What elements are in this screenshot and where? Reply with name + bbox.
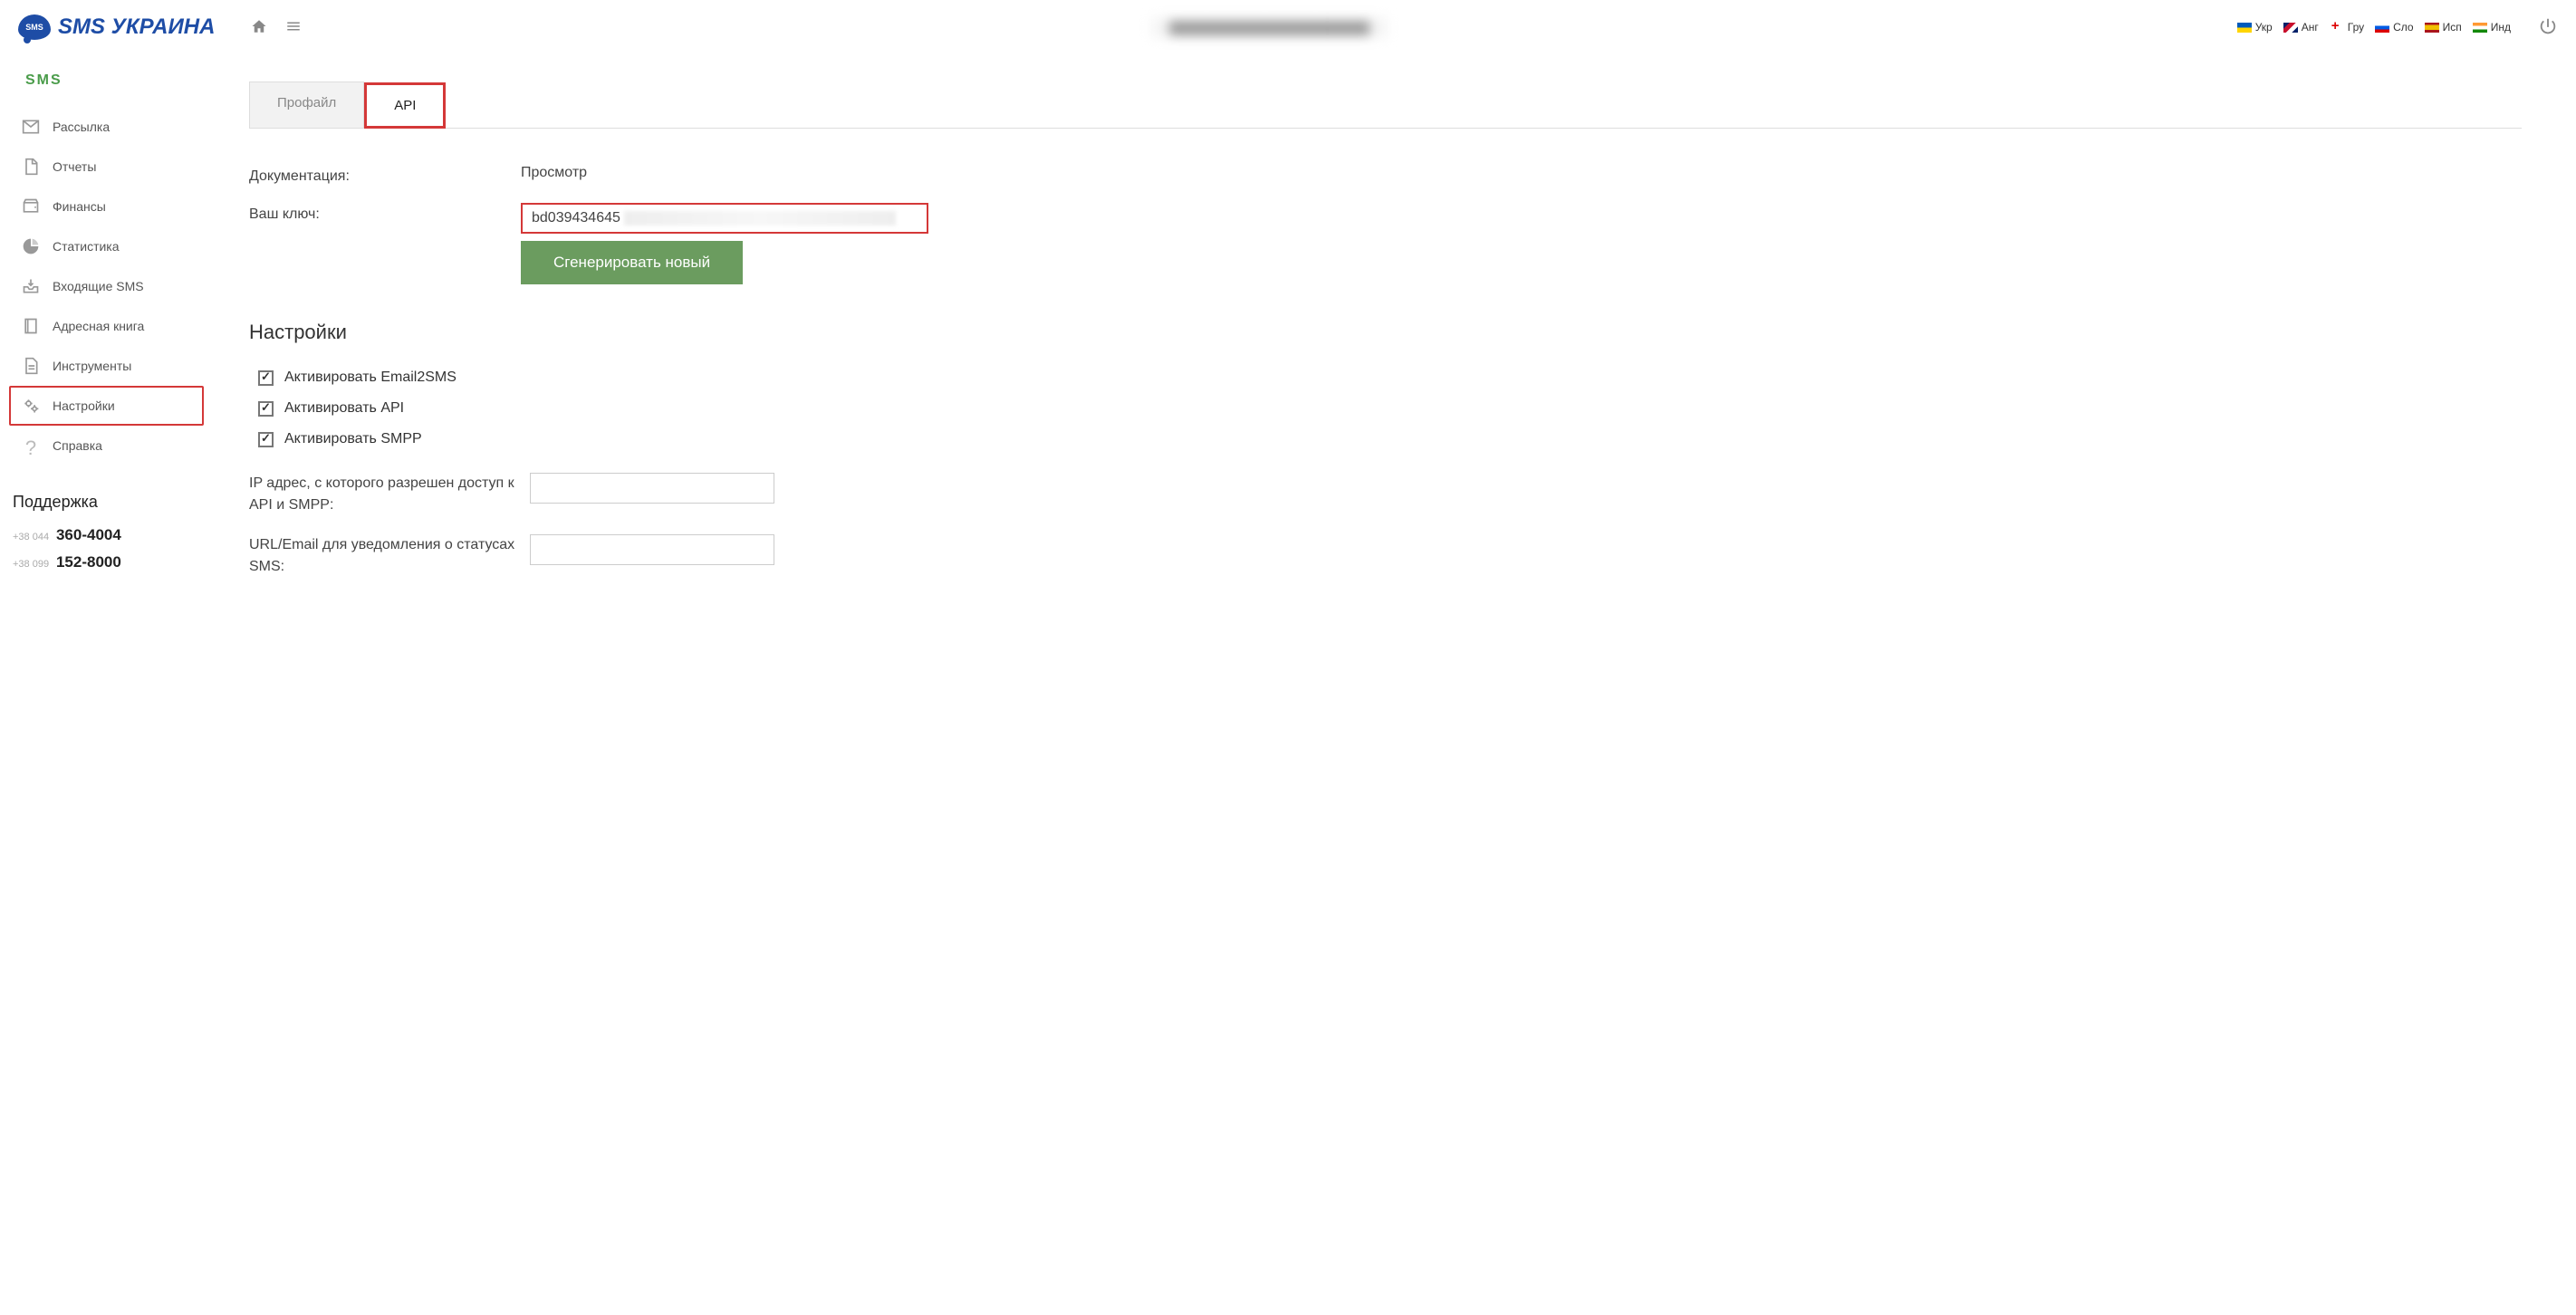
logo-bubble-icon: SMS (18, 14, 51, 40)
sidebar-item-label: Рассылка (53, 120, 110, 134)
sidebar-item-label: Инструменты (53, 359, 131, 373)
header-center: ████████████████████████ (302, 17, 2236, 38)
sidebar-item-label: Адресная книга (53, 319, 144, 333)
row-notification-url: URL/Email для уведомления о статусах SMS… (249, 534, 2522, 578)
support-phone-1: +38 044 360-4004 (13, 526, 200, 544)
header-user-blurred: ████████████████████████ (1151, 17, 1388, 38)
row-ip-address: IP адрес, с которого разрешен доступ к A… (249, 473, 2522, 516)
language-switcher: Укр Анг Гру Сло Исп Инд (2237, 21, 2511, 34)
doc-icon (22, 357, 40, 375)
settings-section-title: Настройки (249, 321, 2522, 344)
sidebar-item-label: Финансы (53, 199, 106, 214)
header: SMS SMS УКРАИНА ████████████████████████… (0, 0, 2576, 54)
generate-new-button[interactable]: Сгенерировать новый (521, 241, 743, 284)
doc-link[interactable]: Просмотр (521, 165, 2522, 181)
doc-label: Документация: (249, 165, 521, 185)
ip-address-input[interactable] (530, 473, 774, 504)
key-label: Ваш ключ: (249, 203, 521, 223)
sidebar-item-label: Входящие SMS (53, 279, 144, 293)
wallet-icon (22, 197, 40, 216)
home-icon[interactable] (251, 18, 267, 37)
logo[interactable]: SMS SMS УКРАИНА (18, 14, 215, 40)
api-key-box: bd039434645 (521, 203, 928, 234)
lang-eng[interactable]: Анг (2283, 21, 2319, 34)
main-content: Профайл API Документация: Просмотр Ваш к… (213, 54, 2576, 632)
row-api-key: Ваш ключ: bd039434645 Сгенерировать новы… (249, 203, 2522, 284)
checkbox-email2sms[interactable]: Активировать Email2SMS (258, 362, 2522, 393)
flag-sl-icon (2375, 23, 2389, 33)
checkbox-label: Активировать API (284, 400, 404, 417)
sidebar-item-statistics[interactable]: Статистика (0, 226, 213, 266)
pie-icon (22, 237, 40, 255)
sidebar-item-help[interactable]: ? Справка (0, 426, 213, 466)
phone-number: 360-4004 (56, 526, 121, 543)
flag-es-icon (2425, 23, 2439, 33)
checkbox-smpp[interactable]: Активировать SMPP (258, 424, 2522, 455)
flag-ua-icon (2237, 23, 2252, 33)
lang-label: Гру (2348, 21, 2364, 34)
support-title: Поддержка (13, 493, 200, 512)
lang-label: Исп (2443, 21, 2462, 34)
lang-esp[interactable]: Исп (2425, 21, 2462, 34)
sidebar-item-settings[interactable]: Настройки (9, 386, 204, 426)
ip-label: IP адрес, с которого разрешен доступ к A… (249, 473, 530, 516)
logout-icon[interactable] (2538, 16, 2558, 39)
gears-icon (22, 397, 40, 415)
sidebar-item-label: Отчеты (53, 159, 96, 174)
checkbox-icon (258, 370, 274, 386)
checkbox-icon (258, 401, 274, 417)
sidebar-item-mailing[interactable]: Рассылка (0, 107, 213, 147)
api-key-hidden (624, 211, 896, 226)
lang-slo[interactable]: Сло (2375, 21, 2413, 34)
api-key-value: bd039434645 (532, 210, 620, 226)
lang-ind[interactable]: Инд (2473, 21, 2511, 34)
sidebar-item-tools[interactable]: Инструменты (0, 346, 213, 386)
sidebar-item-reports[interactable]: Отчеты (0, 147, 213, 187)
help-icon: ? (22, 437, 40, 455)
lang-label: Укр (2255, 21, 2273, 34)
tab-api[interactable]: API (364, 82, 446, 129)
lang-label: Анг (2302, 21, 2319, 34)
phone-prefix: +38 099 (13, 559, 49, 570)
flag-ge-icon (2330, 23, 2344, 33)
checkbox-label: Активировать Email2SMS (284, 370, 457, 386)
header-icons (251, 18, 302, 37)
checkbox-icon (258, 432, 274, 447)
sidebar-item-label: Справка (53, 438, 102, 453)
inbox-icon (22, 277, 40, 295)
checkbox-api[interactable]: Активировать API (258, 393, 2522, 424)
sidebar-item-incoming[interactable]: Входящие SMS (0, 266, 213, 306)
tabs: Профайл API (249, 82, 2522, 129)
menu-icon[interactable] (285, 18, 302, 37)
row-documentation: Документация: Просмотр (249, 165, 2522, 185)
mail-icon (22, 118, 40, 136)
sidebar-item-finance[interactable]: Финансы (0, 187, 213, 226)
sidebar-title: SMS (0, 72, 213, 107)
phone-prefix: +38 044 (13, 532, 49, 542)
file-icon (22, 158, 40, 176)
support-phone-2: +38 099 152-8000 (13, 553, 200, 571)
checkbox-label: Активировать SMPP (284, 431, 422, 447)
url-label: URL/Email для уведомления о статусах SMS… (249, 534, 530, 578)
flag-gb-icon (2283, 23, 2298, 33)
logo-text: SMS УКРАИНА (58, 14, 215, 40)
sidebar-item-address-book[interactable]: Адресная книга (0, 306, 213, 346)
sidebar: SMS Рассылка Отчеты Финансы Статистика В… (0, 54, 213, 632)
flag-in-icon (2473, 23, 2487, 33)
support-section: Поддержка +38 044 360-4004 +38 099 152-8… (0, 466, 213, 571)
lang-label: Инд (2491, 21, 2511, 34)
lang-geo[interactable]: Гру (2330, 21, 2364, 34)
notification-url-input[interactable] (530, 534, 774, 565)
tab-profile[interactable]: Профайл (249, 82, 364, 128)
sidebar-item-label: Настройки (53, 398, 115, 413)
phone-number: 152-8000 (56, 553, 121, 571)
sidebar-item-label: Статистика (53, 239, 120, 254)
lang-ukr[interactable]: Укр (2237, 21, 2273, 34)
lang-label: Сло (2393, 21, 2413, 34)
book-icon (22, 317, 40, 335)
